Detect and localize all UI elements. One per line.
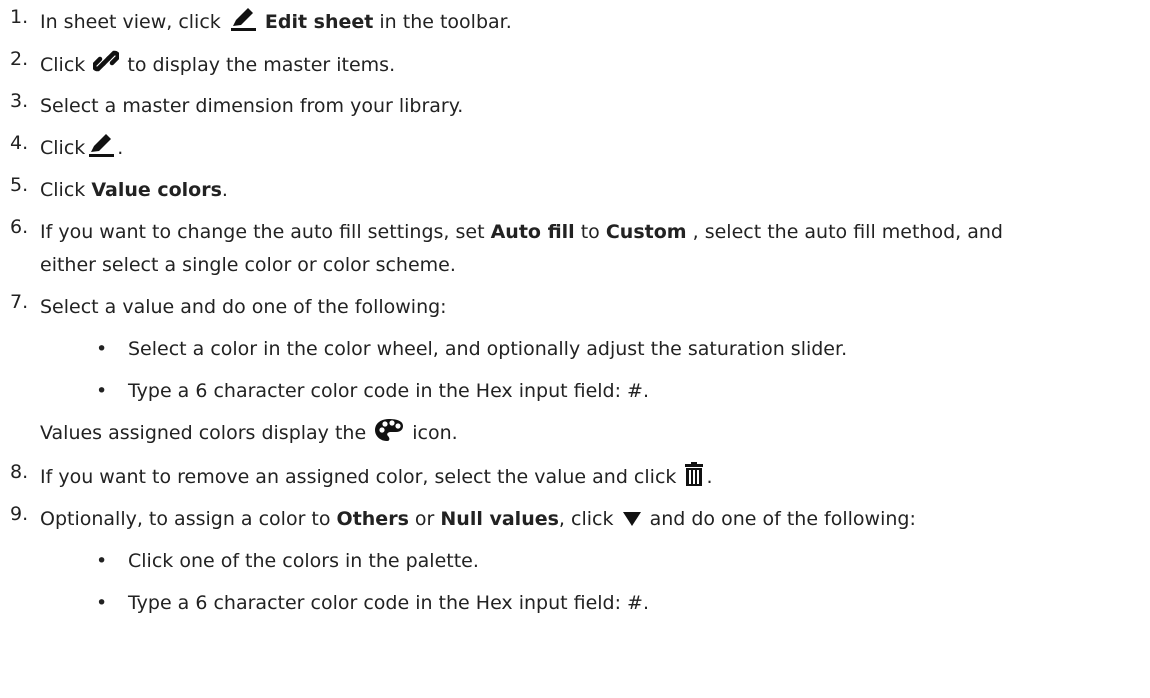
pencil-icon [87,133,115,168]
value-colors-label: Value colors [91,179,222,201]
step-text: either select a single color or color sc… [40,254,456,276]
step-text: In sheet view, click [40,11,221,33]
step-text: If you want to remove an assigned color,… [40,466,677,488]
trash-icon [684,462,704,497]
note-text: Values assigned colors display the [40,422,367,444]
step-text: Click [40,179,86,201]
null-values-label: Null values [440,508,559,530]
list-item: • Type a 6 character color code in the H… [0,375,1100,408]
custom-label: Custom [605,221,687,243]
pencil-icon [229,7,257,42]
step-number: 8. [10,461,29,483]
step-text: and do one of the following: [649,508,916,530]
note-text: icon. [412,422,458,444]
step-number: 1. [10,6,29,28]
step-text: Optionally, to assign a color to [40,508,331,530]
bullet-marker: • [96,338,108,360]
step-text: to [580,221,600,243]
step-text: Select a value and do one of the followi… [40,296,447,318]
step-7-note: Values assigned colors display the icon. [40,417,458,450]
step-number: 4. [10,132,29,154]
list-item: • Select a color in the color wheel, and… [0,333,1100,366]
step-number: 3. [10,90,29,112]
list-item: • Type a 6 character color code in the H… [0,587,1100,620]
step-text: . [221,179,228,201]
step-text: . [706,466,713,488]
step-number: 9. [10,503,29,525]
auto-fill-label: Auto fill [490,221,575,243]
list-item: • Click one of the colors in the palette… [0,545,1100,578]
palette-icon [374,418,404,453]
step-number: 5. [10,174,29,196]
bullet-marker: • [96,550,108,572]
step-text: If you want to change the auto fill sett… [40,221,485,243]
step-text: Click [40,137,86,159]
step-number: 2. [10,48,29,70]
step-text: Click [40,54,86,76]
step-text: , select the auto fill method, and [692,221,1003,243]
bullet-marker: • [96,592,108,614]
link-icon [92,48,121,85]
others-label: Others [336,508,409,530]
step-text: in the toolbar. [379,11,512,33]
bullet-marker: • [96,380,108,402]
edit-sheet-label: Edit sheet [264,11,374,33]
step-text: , click [558,508,614,530]
triangle-down-icon [622,506,642,539]
step-number: 7. [10,291,29,313]
step-text: to display the master items. [127,54,396,76]
help-document: 1. In sheet view, click Edit sheet in th… [0,0,1150,698]
step-text: or [414,508,435,530]
step-text: . [117,137,124,159]
step-text: Select a master dimension from your libr… [40,95,464,117]
step-number: 6. [10,216,29,238]
